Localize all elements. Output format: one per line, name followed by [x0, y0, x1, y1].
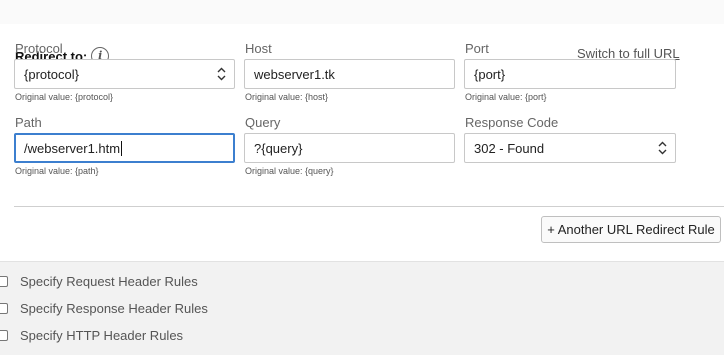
- query-input-value: ?{query}: [254, 140, 303, 156]
- request-header-rules-option[interactable]: Specify Request Header Rules: [0, 274, 198, 289]
- protocol-original-value: Original value: {protocol}: [15, 92, 114, 102]
- host-input[interactable]: webserver1.tk: [244, 59, 455, 89]
- http-header-rules-label: Specify HTTP Header Rules: [20, 328, 184, 343]
- path-input-value: /webserver1.htm: [24, 140, 121, 156]
- port-label: Port: [465, 41, 489, 56]
- response-code-select[interactable]: 302 - Found: [464, 133, 676, 163]
- section-divider: [14, 206, 724, 207]
- port-input[interactable]: {port}: [464, 59, 676, 89]
- protocol-label: Protocol: [15, 41, 63, 56]
- header-rules-section: Specify Request Header Rules Specify Res…: [0, 261, 724, 355]
- response-header-rules-label: Specify Response Header Rules: [20, 301, 208, 316]
- request-header-rules-checkbox[interactable]: [0, 276, 8, 287]
- port-input-value: {port}: [474, 66, 506, 82]
- response-code-select-value: 302 - Found: [474, 140, 545, 156]
- path-input[interactable]: /webserver1.htm: [14, 133, 235, 163]
- top-strip: [0, 0, 724, 25]
- query-original-value: Original value: {query}: [245, 166, 334, 176]
- select-arrows-icon: [658, 141, 667, 155]
- response-code-label: Response Code: [465, 115, 559, 130]
- request-header-rules-label: Specify Request Header Rules: [20, 274, 198, 289]
- protocol-select[interactable]: {protocol}: [14, 59, 235, 89]
- path-label: Path: [15, 115, 42, 130]
- protocol-select-value: {protocol}: [24, 66, 79, 82]
- add-url-redirect-rule-button[interactable]: + Another URL Redirect Rule: [541, 216, 721, 243]
- host-label: Host: [245, 41, 272, 56]
- response-header-rules-checkbox[interactable]: [0, 303, 8, 314]
- http-header-rules-checkbox[interactable]: [0, 330, 8, 341]
- host-input-value: webserver1.tk: [254, 66, 335, 82]
- text-caret: [121, 140, 123, 156]
- port-original-value: Original value: {port}: [465, 92, 547, 102]
- path-original-value: Original value: {path}: [15, 166, 99, 176]
- query-label: Query: [245, 115, 281, 130]
- response-header-rules-option[interactable]: Specify Response Header Rules: [0, 301, 208, 316]
- host-original-value: Original value: {host}: [245, 92, 329, 102]
- select-arrows-icon: [217, 67, 226, 81]
- query-input[interactable]: ?{query}: [244, 133, 455, 163]
- http-header-rules-option[interactable]: Specify HTTP Header Rules: [0, 328, 183, 343]
